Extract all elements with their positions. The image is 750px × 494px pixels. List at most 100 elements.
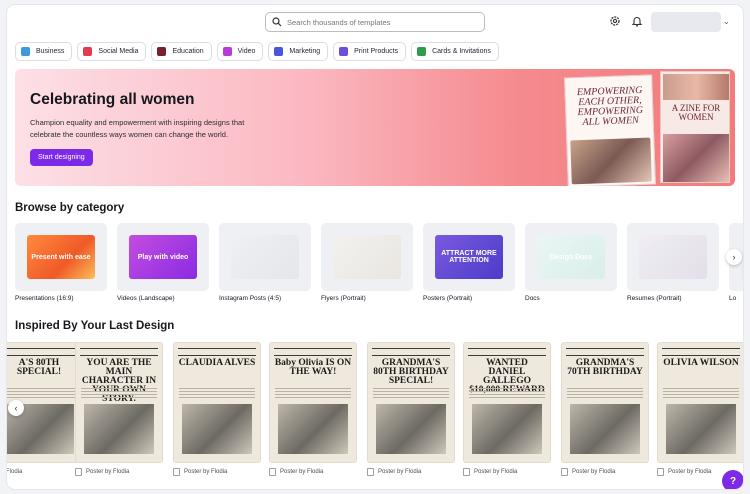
- document-icon: [173, 468, 180, 476]
- newspaper-masthead: [468, 348, 546, 356]
- design-caption: Poster by Flodia: [173, 468, 261, 476]
- chip-social-media[interactable]: Social Media: [77, 42, 147, 61]
- chip-cards-invitations[interactable]: Cards & Invitations: [411, 42, 499, 61]
- design-thumbnail: YOU ARE THE MAIN CHARACTER IN YOUR OWN S…: [75, 342, 163, 463]
- category-card[interactable]: Resumes (Portrait): [627, 223, 719, 302]
- design-thumbnail: GRANDMA'S 70TH BIRTHDAY: [561, 342, 649, 463]
- search-input[interactable]: [287, 17, 477, 27]
- design-label: Flodia: [7, 469, 23, 475]
- category-card[interactable]: Flyers (Portrait): [321, 223, 413, 302]
- carousel-next-arrow-icon[interactable]: ›: [726, 249, 742, 265]
- category-label: Docs: [525, 295, 540, 302]
- carousel-prev-arrow-icon[interactable]: ‹: [8, 400, 24, 416]
- newspaper-columns: [179, 388, 255, 398]
- design-caption: Flodia: [7, 468, 83, 476]
- design-thumbnail: GRANDMA'S 80TH BIRTHDAY SPECIAL!: [367, 342, 455, 463]
- category-label: Flyers (Portrait): [321, 295, 366, 302]
- category-card[interactable]: Present with ease Presentations (16:9): [15, 223, 107, 302]
- chip-print-products[interactable]: Print Products: [333, 42, 407, 61]
- design-card[interactable]: GRANDMA'S 70TH BIRTHDAY Poster by Flodia: [561, 342, 649, 476]
- chip-marketing[interactable]: Marketing: [268, 42, 329, 61]
- chip-icon: [157, 47, 167, 56]
- design-label: Poster by Flodia: [474, 469, 518, 475]
- design-headline: OLIVIA WILSON: [663, 358, 739, 368]
- newspaper-columns: [663, 388, 739, 398]
- category-label: Videos (Landscape): [117, 295, 175, 302]
- design-card[interactable]: YOU ARE THE MAIN CHARACTER IN YOUR OWN S…: [75, 342, 163, 476]
- design-card[interactable]: CLAUDIA ALVES Poster by Flodia: [173, 342, 261, 476]
- design-card[interactable]: OLIVIA WILSON Poster by Flodia: [657, 342, 743, 476]
- category-thumbnail: [219, 223, 311, 291]
- design-thumbnail: Baby Olivia IS ON THE WAY!: [269, 342, 357, 463]
- search-bar[interactable]: [265, 12, 485, 32]
- chip-label: Video: [237, 48, 256, 55]
- help-button[interactable]: ?: [722, 470, 743, 489]
- category-card[interactable]: ATTRACT MORE ATTENTION Posters (Portrait): [423, 223, 515, 302]
- category-preview-text: Present with ease: [27, 235, 95, 279]
- design-photo: [472, 404, 542, 454]
- category-label: Posters (Portrait): [423, 295, 473, 302]
- category-label: Presentations (16:9): [15, 295, 74, 302]
- document-icon: [269, 468, 276, 476]
- newspaper-columns: [373, 388, 449, 398]
- newspaper-masthead: [7, 348, 78, 356]
- category-thumbnail: Present with ease: [15, 223, 107, 291]
- category-card[interactable]: Design Docs Docs: [525, 223, 617, 302]
- chip-education[interactable]: Education: [151, 42, 212, 61]
- newspaper-columns: [469, 388, 545, 398]
- category-card[interactable]: Instagram Posts (4:5): [219, 223, 311, 302]
- design-headline: Baby Olivia IS ON THE WAY!: [274, 358, 352, 377]
- design-photo: [666, 404, 736, 454]
- design-caption: Poster by Flodia: [463, 468, 551, 476]
- category-thumbnail: ATTRACT MORE ATTENTION: [423, 223, 515, 291]
- zine-photo-bottom: [663, 134, 729, 182]
- banner-poster-image[interactable]: EMPOWERING EACH OTHER, EMPOWERING ALL WO…: [564, 74, 656, 186]
- poster-photo: [570, 137, 652, 185]
- newspaper-masthead: [80, 348, 158, 356]
- design-headline: GRANDMA'S 80TH BIRTHDAY SPECIAL!: [373, 358, 449, 386]
- chip-label: Print Products: [354, 48, 399, 55]
- category-label: Lo: [729, 295, 737, 302]
- chevron-down-icon[interactable]: ⌄: [723, 17, 730, 26]
- document-icon: [367, 468, 374, 476]
- category-card[interactable]: Play with video Videos (Landscape): [117, 223, 209, 302]
- design-photo: [84, 404, 154, 454]
- chip-video[interactable]: Video: [216, 42, 264, 61]
- banner-zine-image[interactable]: A ZINE FOR WOMEN: [660, 71, 730, 183]
- document-icon: [561, 468, 568, 476]
- chip-label: Cards & Invitations: [432, 48, 491, 55]
- design-photo: [570, 404, 640, 454]
- design-carousel: A'S 80TH SPECIAL! Flodia YOU ARE THE MAIN …: [7, 342, 743, 487]
- browse-section-title: Browse by category: [15, 202, 125, 214]
- chip-business[interactable]: Business: [15, 42, 73, 61]
- design-headline: CLAUDIA ALVES: [178, 358, 256, 368]
- category-preview-text: Play with video: [129, 235, 197, 279]
- design-thumbnail: WANTED DANIEL GALLEGO $10,000 REWARD: [463, 342, 551, 463]
- category-thumbnail: [627, 223, 719, 291]
- chip-label: Marketing: [289, 48, 321, 55]
- chip-label: Business: [36, 48, 65, 55]
- chip-icon: [21, 47, 30, 56]
- category-label: Resumes (Portrait): [627, 295, 682, 302]
- gear-icon[interactable]: [608, 14, 622, 28]
- newspaper-masthead: [274, 348, 352, 356]
- account-menu[interactable]: [651, 12, 721, 32]
- bell-icon[interactable]: [630, 14, 644, 28]
- start-designing-button[interactable]: Start designing: [30, 149, 93, 166]
- category-thumbnail: Play with video: [117, 223, 209, 291]
- design-label: Poster by Flodia: [86, 469, 130, 475]
- chip-icon: [83, 47, 93, 56]
- design-caption: Poster by Flodia: [269, 468, 357, 476]
- chip-label: Education: [172, 48, 204, 55]
- chip-icon: [417, 47, 427, 56]
- newspaper-masthead: [662, 348, 740, 356]
- design-card[interactable]: WANTED DANIEL GALLEGO $10,000 REWARD Post…: [463, 342, 551, 476]
- document-icon: [75, 468, 82, 476]
- design-thumbnail: OLIVIA WILSON: [657, 342, 743, 463]
- chip-icon: [222, 47, 232, 56]
- design-card[interactable]: GRANDMA'S 80TH BIRTHDAY SPECIAL! Poster b…: [367, 342, 455, 476]
- zine-photo-top: [663, 74, 729, 100]
- category-preview-text: [333, 235, 401, 279]
- newspaper-columns: [7, 388, 77, 398]
- design-card[interactable]: Baby Olivia IS ON THE WAY! Poster by Flod…: [269, 342, 357, 476]
